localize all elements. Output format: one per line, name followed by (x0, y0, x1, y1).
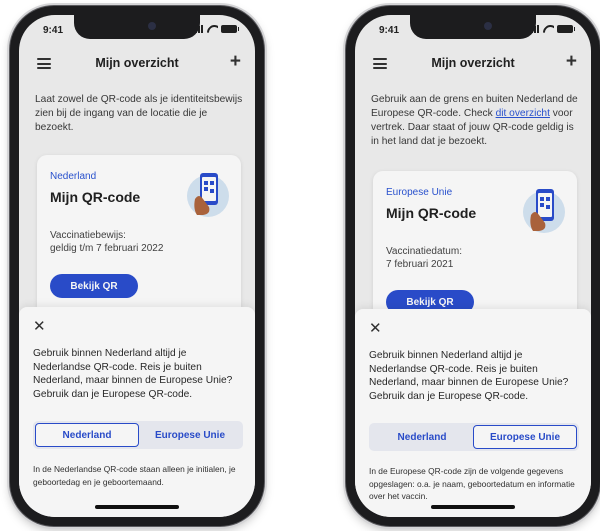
card-info-label: Vaccinatiebewijs: (50, 230, 126, 241)
tab-europese-unie[interactable]: Europese Unie (473, 425, 577, 449)
nav-bar: Mijn overzicht + (355, 51, 591, 77)
page-title: Mijn overzicht (95, 56, 179, 70)
sheet-description: Gebruik binnen Nederland altijd je Neder… (369, 350, 569, 402)
card-info-value: 7 februari 2021 (386, 259, 454, 270)
card-region: Nederland (50, 171, 97, 182)
sheet-description: Gebruik binnen Nederland altijd je Neder… (33, 348, 233, 400)
phone-notch (74, 15, 200, 39)
intro-text: Gebruik aan de grens en buiten Nederland… (371, 93, 579, 149)
card-title: Mijn QR-code (386, 205, 477, 221)
card-info-label: Vaccinatiedatum: (386, 246, 462, 257)
card-title: Mijn QR-code (50, 189, 141, 205)
wifi-icon (543, 25, 554, 33)
home-indicator (95, 505, 179, 509)
card-info-value: geldig t/m 7 februari 2022 (50, 243, 164, 254)
close-icon[interactable]: ✕ (369, 319, 382, 337)
wifi-icon (207, 25, 218, 33)
status-time: 9:41 (379, 25, 400, 36)
sheet-footnote: In de Nederlandse QR-code staan alleen j… (33, 464, 236, 487)
nav-bar: Mijn overzicht + (19, 51, 255, 77)
page-title: Mijn overzicht (431, 56, 515, 70)
add-icon[interactable]: + (230, 52, 241, 72)
card-info: Vaccinatiedatum: 7 februari 2021 (386, 245, 462, 271)
home-indicator (431, 505, 515, 509)
overview-link[interactable]: dit overzicht (496, 108, 550, 119)
battery-icon (557, 25, 575, 33)
status-time: 9:41 (43, 25, 64, 36)
phone-notch (410, 15, 536, 39)
region-toggle: Nederland Europese Unie (33, 421, 243, 449)
phone-in-hand-icon (523, 189, 565, 233)
phone-in-hand-icon (187, 173, 229, 217)
phone-frame-nederland: 9:41 Mijn overzicht + Laat zowel de QR-c… (10, 6, 264, 526)
region-toggle: Nederland Europese Unie (369, 423, 579, 451)
card-info: Vaccinatiebewijs: geldig t/m 7 februari … (50, 229, 163, 255)
tab-nederland[interactable]: Nederland (371, 425, 473, 449)
battery-icon (221, 25, 239, 33)
qr-card[interactable]: Nederland Mijn QR-code Vaccinatiebewijs:… (37, 155, 241, 325)
tab-europese-unie[interactable]: Europese Unie (139, 423, 241, 447)
intro-text: Laat zowel de QR-code als je identiteits… (35, 93, 243, 135)
phone-screen: 9:41 Mijn overzicht + Gebruik aan de gre… (355, 15, 591, 517)
intro-text-part: Laat zowel de QR-code als je identiteits… (35, 94, 243, 133)
view-qr-button[interactable]: Bekijk QR (50, 274, 138, 298)
tab-nederland[interactable]: Nederland (35, 423, 139, 447)
add-icon[interactable]: + (566, 52, 577, 72)
bottom-sheet: ✕ Gebruik binnen Nederland altijd je Ned… (19, 307, 255, 517)
close-icon[interactable]: ✕ (33, 317, 46, 335)
phone-frame-europese-unie: 9:41 Mijn overzicht + Gebruik aan de gre… (346, 6, 600, 526)
sheet-footnote: In de Europese QR-code zijn de volgende … (369, 466, 575, 501)
bottom-sheet: ✕ Gebruik binnen Nederland altijd je Ned… (355, 309, 591, 517)
phone-screen: 9:41 Mijn overzicht + Laat zowel de QR-c… (19, 15, 255, 517)
card-region: Europese Unie (386, 187, 453, 198)
